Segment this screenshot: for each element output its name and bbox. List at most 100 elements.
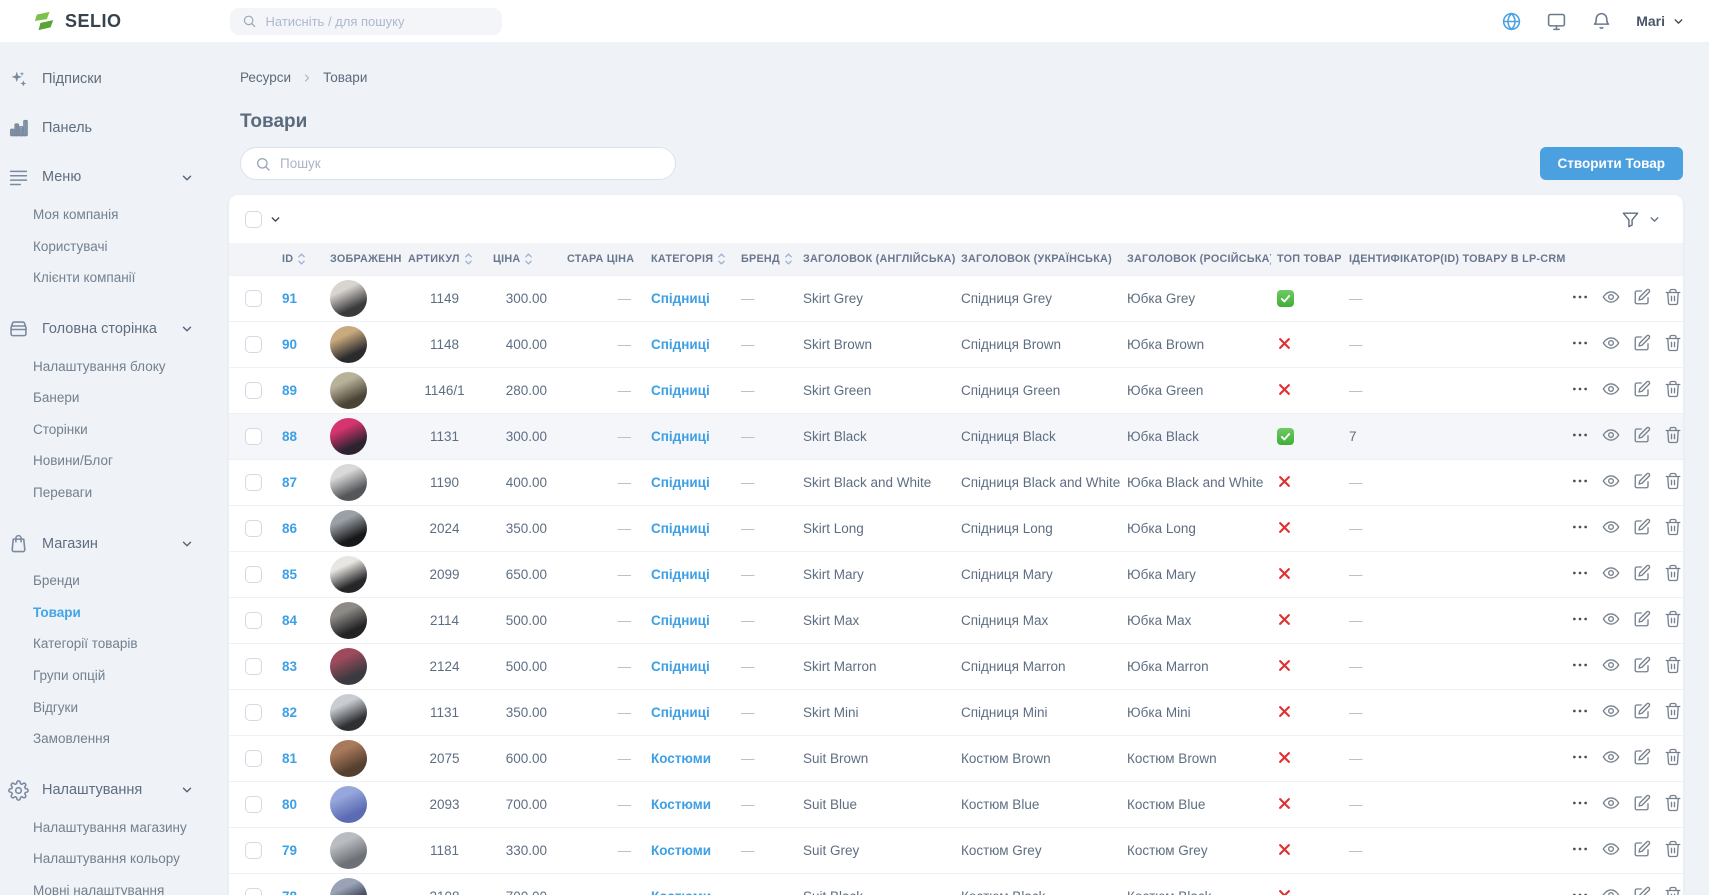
delete-icon[interactable] bbox=[1664, 334, 1682, 352]
sidebar-subitem-Налаштування кольору[interactable]: Налаштування кольору bbox=[0, 843, 210, 875]
view-icon[interactable] bbox=[1602, 380, 1620, 398]
sidebar-item-Магазин[interactable]: Магазин bbox=[0, 524, 210, 563]
more-actions-icon[interactable] bbox=[1571, 334, 1589, 352]
edit-icon[interactable] bbox=[1633, 748, 1651, 766]
table-search[interactable] bbox=[240, 147, 676, 180]
sort-icon[interactable] bbox=[717, 252, 726, 266]
sidebar-item-Панель[interactable]: Панель bbox=[0, 109, 210, 148]
product-id-link[interactable]: 81 bbox=[282, 751, 297, 766]
edit-icon[interactable] bbox=[1633, 334, 1651, 352]
view-icon[interactable] bbox=[1602, 748, 1620, 766]
sidebar-subitem-Замовлення[interactable]: Замовлення bbox=[0, 723, 210, 755]
brand-logo[interactable]: SELIO bbox=[0, 10, 210, 32]
row-checkbox[interactable] bbox=[245, 474, 262, 491]
more-actions-icon[interactable] bbox=[1571, 288, 1589, 306]
product-id-link[interactable]: 79 bbox=[282, 843, 297, 858]
product-id-link[interactable]: 82 bbox=[282, 705, 297, 720]
row-checkbox[interactable] bbox=[245, 566, 262, 583]
delete-icon[interactable] bbox=[1664, 472, 1682, 490]
sidebar-subitem-Відгуки[interactable]: Відгуки bbox=[0, 692, 210, 724]
category-link[interactable]: Спідниці bbox=[651, 613, 710, 628]
row-checkbox[interactable] bbox=[245, 888, 262, 895]
category-link[interactable]: Костюми bbox=[651, 843, 711, 858]
view-icon[interactable] bbox=[1602, 840, 1620, 858]
table-search-input[interactable] bbox=[280, 156, 661, 171]
category-link[interactable]: Спідниці bbox=[651, 659, 710, 674]
product-id-link[interactable]: 88 bbox=[282, 429, 297, 444]
select-all-checkbox[interactable] bbox=[245, 211, 262, 228]
view-icon[interactable] bbox=[1602, 610, 1620, 628]
sort-icon[interactable] bbox=[297, 252, 306, 266]
row-checkbox[interactable] bbox=[245, 382, 262, 399]
row-checkbox[interactable] bbox=[245, 842, 262, 859]
edit-icon[interactable] bbox=[1633, 472, 1651, 490]
view-icon[interactable] bbox=[1602, 656, 1620, 674]
view-icon[interactable] bbox=[1602, 794, 1620, 812]
category-link[interactable]: Спідниці bbox=[651, 567, 710, 582]
column-header[interactable]: ЦІНА bbox=[487, 243, 561, 276]
more-actions-icon[interactable] bbox=[1571, 702, 1589, 720]
sidebar-subitem-Користувачі[interactable]: Користувачі bbox=[0, 231, 210, 263]
row-checkbox[interactable] bbox=[245, 612, 262, 629]
category-link[interactable]: Костюми bbox=[651, 751, 711, 766]
edit-icon[interactable] bbox=[1633, 426, 1651, 444]
sidebar-subitem-Налаштування магазину[interactable]: Налаштування магазину bbox=[0, 812, 210, 844]
delete-icon[interactable] bbox=[1664, 610, 1682, 628]
sidebar-subitem-Клієнти компанії[interactable]: Клієнти компанії bbox=[0, 262, 210, 294]
sidebar-subitem-Групи опцій[interactable]: Групи опцій bbox=[0, 660, 210, 692]
product-id-link[interactable]: 85 bbox=[282, 567, 297, 582]
delete-icon[interactable] bbox=[1664, 702, 1682, 720]
sidebar-subitem-Сторінки[interactable]: Сторінки bbox=[0, 414, 210, 446]
category-link[interactable]: Спідниці bbox=[651, 383, 710, 398]
sort-icon[interactable] bbox=[464, 252, 473, 266]
filter-funnel-icon[interactable] bbox=[1621, 210, 1640, 229]
category-link[interactable]: Спідниці bbox=[651, 475, 710, 490]
more-actions-icon[interactable] bbox=[1571, 748, 1589, 766]
sidebar-item-Налаштування[interactable]: Налаштування bbox=[0, 771, 210, 810]
global-search[interactable] bbox=[230, 8, 502, 35]
more-actions-icon[interactable] bbox=[1571, 472, 1589, 490]
sidebar-subitem-Моя компанія[interactable]: Моя компанія bbox=[0, 199, 210, 231]
view-icon[interactable] bbox=[1602, 472, 1620, 490]
more-actions-icon[interactable] bbox=[1571, 380, 1589, 398]
delete-icon[interactable] bbox=[1664, 426, 1682, 444]
sidebar-subitem-Переваги[interactable]: Переваги bbox=[0, 477, 210, 509]
monitor-icon[interactable] bbox=[1546, 11, 1567, 32]
product-id-link[interactable]: 86 bbox=[282, 521, 297, 536]
delete-icon[interactable] bbox=[1664, 840, 1682, 858]
edit-icon[interactable] bbox=[1633, 380, 1651, 398]
category-link[interactable]: Костюми bbox=[651, 889, 711, 895]
edit-icon[interactable] bbox=[1633, 702, 1651, 720]
column-header[interactable]: АРТИКУЛ bbox=[402, 243, 487, 276]
category-link[interactable]: Костюми bbox=[651, 797, 711, 812]
category-link[interactable]: Спідниці bbox=[651, 705, 710, 720]
view-icon[interactable] bbox=[1602, 702, 1620, 720]
delete-icon[interactable] bbox=[1664, 748, 1682, 766]
column-header[interactable]: БРЕНД bbox=[735, 243, 797, 276]
view-icon[interactable] bbox=[1602, 886, 1620, 895]
product-id-link[interactable]: 84 bbox=[282, 613, 297, 628]
edit-icon[interactable] bbox=[1633, 794, 1651, 812]
column-header[interactable]: КАТЕГОРІЯ bbox=[645, 243, 735, 276]
category-link[interactable]: Спідниці bbox=[651, 429, 710, 444]
delete-icon[interactable] bbox=[1664, 518, 1682, 536]
row-checkbox[interactable] bbox=[245, 750, 262, 767]
edit-icon[interactable] bbox=[1633, 564, 1651, 582]
sort-icon[interactable] bbox=[784, 252, 793, 266]
more-actions-icon[interactable] bbox=[1571, 656, 1589, 674]
sidebar-item-Меню[interactable]: Меню bbox=[0, 158, 210, 197]
globe-icon[interactable] bbox=[1501, 11, 1522, 32]
more-actions-icon[interactable] bbox=[1571, 518, 1589, 536]
sidebar-item-Головна сторінка[interactable]: Головна сторінка bbox=[0, 310, 210, 349]
row-checkbox[interactable] bbox=[245, 796, 262, 813]
category-link[interactable]: Спідниці bbox=[651, 521, 710, 536]
chevron-down-icon[interactable] bbox=[1648, 213, 1661, 226]
more-actions-icon[interactable] bbox=[1571, 564, 1589, 582]
row-checkbox[interactable] bbox=[245, 336, 262, 353]
product-id-link[interactable]: 78 bbox=[282, 889, 297, 895]
user-menu[interactable]: Mari bbox=[1636, 13, 1685, 29]
create-product-button[interactable]: Створити Товар bbox=[1540, 147, 1683, 180]
view-icon[interactable] bbox=[1602, 426, 1620, 444]
product-id-link[interactable]: 91 bbox=[282, 291, 297, 306]
bell-icon[interactable] bbox=[1591, 11, 1612, 32]
